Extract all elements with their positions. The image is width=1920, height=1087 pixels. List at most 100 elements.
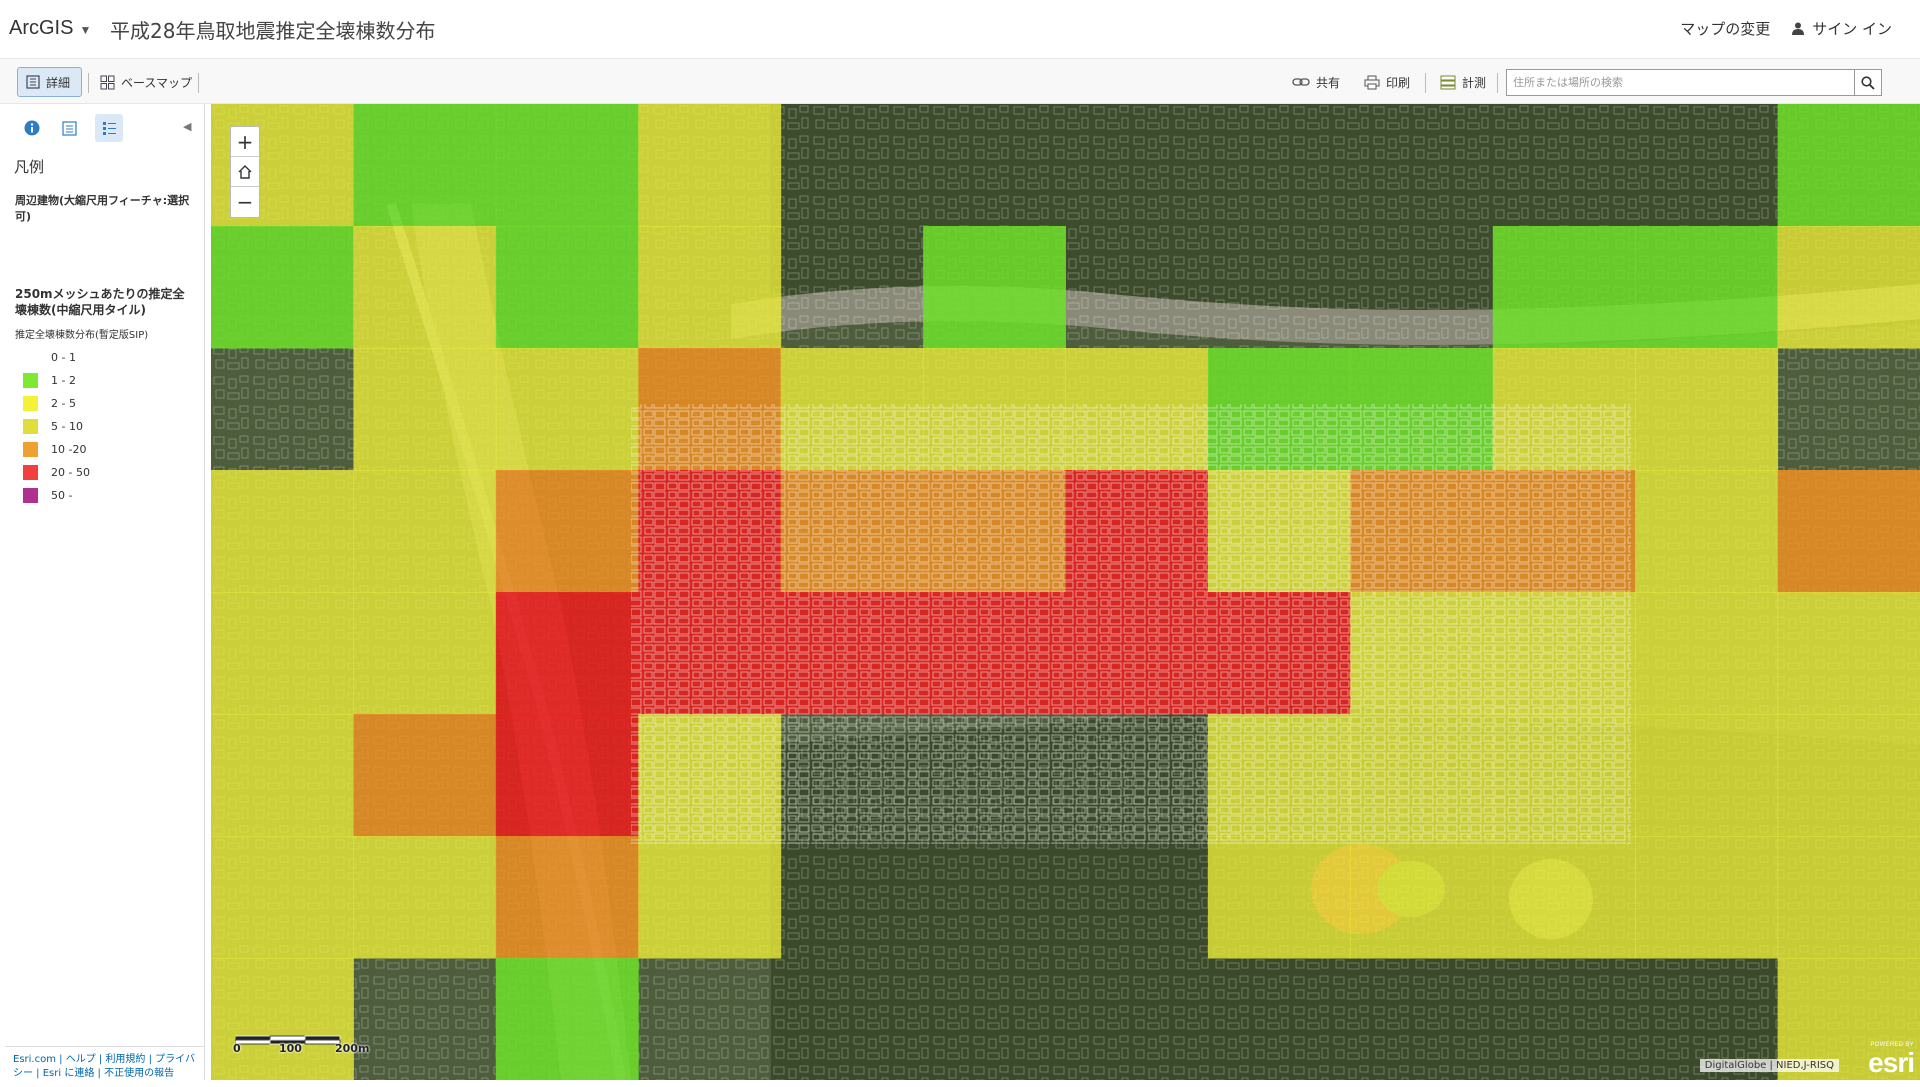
- mesh-cell[interactable]: [211, 470, 354, 593]
- zoom-out-button[interactable]: −: [231, 187, 259, 217]
- search-button[interactable]: [1854, 70, 1881, 95]
- layer-title-mesh: 250mメッシュあたりの推定全壊棟数(中縮尺用タイル): [15, 287, 185, 317]
- basemap-grid-icon: [100, 75, 115, 89]
- legend-swatch: [23, 373, 38, 388]
- search-box: [1506, 69, 1882, 96]
- mesh-cell[interactable]: [353, 592, 497, 715]
- legend-item: 5 - 10: [23, 415, 90, 438]
- mesh-cell[interactable]: [1777, 592, 1920, 715]
- collapse-panel-icon[interactable]: ◀: [183, 120, 191, 133]
- mesh-cell[interactable]: [1635, 348, 1779, 471]
- arcgis-menu[interactable]: ArcGIS ▼: [9, 17, 91, 40]
- mesh-cell[interactable]: [211, 714, 354, 837]
- legend-swatch: [23, 396, 38, 411]
- mesh-cell[interactable]: [1635, 592, 1779, 715]
- mesh-cell[interactable]: [1777, 226, 1920, 349]
- details-icon: [26, 75, 40, 89]
- details-label: 詳細: [46, 75, 71, 90]
- footer-link-terms[interactable]: 利用規約: [105, 1054, 145, 1065]
- tab-content[interactable]: [55, 114, 83, 142]
- mesh-cell[interactable]: [495, 226, 639, 349]
- change-map-link[interactable]: マップの変更: [1680, 18, 1770, 39]
- search-icon: [1861, 75, 1875, 90]
- tab-about[interactable]: [18, 114, 46, 142]
- printer-icon: [1364, 75, 1380, 89]
- map-canvas[interactable]: [211, 104, 1920, 1080]
- mesh-cell[interactable]: [638, 104, 782, 227]
- mesh-cell[interactable]: [1635, 470, 1779, 593]
- mesh-cell[interactable]: [211, 836, 354, 959]
- footer-link-report[interactable]: 不正使用の報告: [104, 1068, 174, 1079]
- mesh-cell[interactable]: [495, 104, 639, 227]
- mesh-cell[interactable]: [1207, 836, 1351, 959]
- mesh-cell[interactable]: [353, 104, 497, 227]
- app-header: ArcGIS ▼ 平成28年鳥取地震推定全壊棟数分布 マップの変更 サイン イン: [0, 0, 1920, 58]
- legend-label: 2 - 5: [51, 397, 76, 410]
- map-title: 平成28年鳥取地震推定全壊棟数分布: [110, 19, 436, 43]
- map-view[interactable]: + − 0 100 200m DigitalGlobe | NIED,J-RIS…: [211, 104, 1920, 1080]
- mesh-cell[interactable]: [1777, 470, 1920, 593]
- mesh-cell[interactable]: [495, 836, 639, 959]
- dense-buildings: [631, 404, 1631, 844]
- legend-item: 0 - 1: [23, 346, 90, 369]
- legend-label: 10 -20: [51, 443, 87, 456]
- legend-swatch: [23, 488, 38, 503]
- legend-swatch: [23, 419, 38, 434]
- mesh-cell[interactable]: [638, 226, 782, 349]
- legend-list: 0 - 1 1 - 2 2 - 5 5 - 10 10 -20 20 - 50 …: [23, 346, 90, 507]
- mesh-cell[interactable]: [353, 836, 497, 959]
- mesh-cell[interactable]: [495, 470, 639, 593]
- home-button[interactable]: [231, 157, 259, 187]
- info-icon: [24, 120, 40, 136]
- mesh-cell[interactable]: [495, 714, 639, 837]
- basemap-button[interactable]: ベースマップ: [92, 67, 200, 97]
- mesh-cell[interactable]: [495, 348, 639, 471]
- mesh-cell[interactable]: [211, 592, 354, 715]
- footer-link-help[interactable]: ヘルプ: [66, 1054, 96, 1065]
- mesh-cell[interactable]: [1492, 226, 1636, 349]
- measure-button[interactable]: 計測: [1432, 67, 1494, 97]
- mesh-cell[interactable]: [1777, 836, 1920, 959]
- mesh-cell[interactable]: [1635, 226, 1779, 349]
- mesh-cell[interactable]: [1635, 836, 1779, 959]
- legend-swatch: [23, 442, 38, 457]
- legend-item: 10 -20: [23, 438, 90, 461]
- tab-legend[interactable]: [95, 114, 123, 142]
- mesh-cell[interactable]: [495, 592, 639, 715]
- measure-label: 計測: [1462, 75, 1487, 90]
- details-button[interactable]: 詳細: [17, 67, 82, 97]
- print-button[interactable]: 印刷: [1356, 67, 1418, 97]
- mesh-cell[interactable]: [1350, 836, 1494, 959]
- mesh-cell[interactable]: [1777, 104, 1920, 227]
- panel-footer: Esri.com | ヘルプ | 利用規約 | プライバシー | Esri に連…: [5, 1046, 205, 1087]
- mesh-cell[interactable]: [211, 226, 354, 349]
- side-panel: ◀ 凡例 周辺建物(大縮尺用フィーチャ:選択可) 250mメッシュあたりの推定全…: [5, 104, 205, 1080]
- mesh-cell[interactable]: [495, 958, 639, 1080]
- footer-link-contact[interactable]: Esri に連絡: [43, 1068, 95, 1079]
- mesh-cell[interactable]: [211, 958, 354, 1080]
- zoom-in-button[interactable]: +: [231, 127, 259, 157]
- mesh-cell[interactable]: [353, 348, 497, 471]
- mesh-cell[interactable]: [353, 470, 497, 593]
- sign-in-link[interactable]: サイン イン: [1792, 18, 1892, 39]
- mesh-cell[interactable]: [1777, 714, 1920, 837]
- measure-icon: [1440, 75, 1456, 89]
- zoom-control: + −: [230, 126, 260, 218]
- share-button[interactable]: 共有: [1284, 67, 1348, 97]
- esri-wordmark: esri: [1868, 1047, 1915, 1078]
- mesh-cell[interactable]: [353, 226, 497, 349]
- legend-swatch: [23, 465, 38, 480]
- mesh-cell[interactable]: [923, 226, 1066, 349]
- mesh-cell[interactable]: [1635, 714, 1779, 837]
- esri-logo[interactable]: POWERED BY esri: [1844, 1041, 1915, 1078]
- mesh-cell[interactable]: [1492, 836, 1636, 959]
- mesh-cell[interactable]: [353, 714, 497, 837]
- header-actions: マップの変更 サイン イン: [1680, 18, 1892, 39]
- legend-icon: [102, 121, 116, 135]
- footer-link-esri[interactable]: Esri.com: [13, 1054, 56, 1065]
- mesh-cell[interactable]: [638, 836, 782, 959]
- print-label: 印刷: [1386, 75, 1411, 90]
- scale-label: 0: [233, 1042, 241, 1055]
- caret-down-icon: ▼: [79, 22, 92, 37]
- search-input[interactable]: [1507, 70, 1854, 95]
